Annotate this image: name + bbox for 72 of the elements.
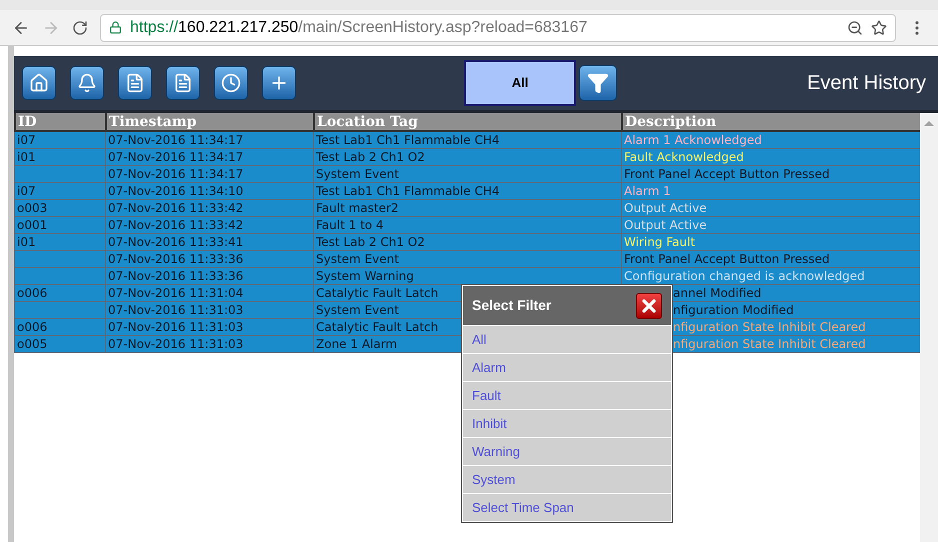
table-cell: Fault Acknowledged: [624, 150, 744, 164]
table-cell: Test Lab1 Ch1 Flammable CH4: [316, 184, 500, 198]
table-cell: o006: [17, 286, 48, 300]
scrollbar[interactable]: [920, 113, 938, 542]
table-cell: Fault master2: [316, 201, 399, 215]
table-cell: i07: [17, 133, 36, 147]
table-cell: Fault 1 to 4: [316, 218, 384, 232]
table-cell: nfiguration Modified: [673, 303, 794, 317]
filter-option[interactable]: Fault: [463, 382, 671, 409]
column-header[interactable]: ID: [14, 113, 105, 130]
column-header[interactable]: Location Tag: [313, 113, 621, 130]
table-cell: i01: [17, 150, 36, 164]
table-cell: 07-Nov-2016 11:34:17: [108, 133, 244, 147]
table-cell: 07-Nov-2016 11:31:03: [108, 303, 244, 317]
funnel-icon: [587, 72, 609, 94]
table-cell: o001: [17, 218, 48, 232]
filter-option[interactable]: Select Time Span: [463, 494, 671, 521]
table-cell: 07-Nov-2016 11:33:42: [108, 201, 244, 215]
table-cell: i07: [17, 184, 36, 198]
lock-icon: [109, 21, 122, 34]
table-cell: Output Active: [624, 218, 707, 232]
close-button[interactable]: [636, 292, 662, 318]
table-cell: 07-Nov-2016 11:34:17: [108, 150, 244, 164]
table-cell: 07-Nov-2016 11:34:10: [108, 184, 244, 198]
table-cell: o006: [17, 320, 48, 334]
table-cell: Test Lab 2 Ch1 O2: [316, 150, 425, 164]
table-cell: 07-Nov-2016 11:33:36: [108, 252, 244, 266]
table-cell: Catalytic Fault Latch: [316, 320, 438, 334]
table-cell: Front Panel Accept Button Pressed: [624, 252, 830, 266]
table-cell: 07-Nov-2016 11:33:42: [108, 218, 244, 232]
filter-option[interactable]: System: [463, 466, 671, 493]
url-text: https://160.221.217.250/main/ScreenHistory.asp?reload=683167: [130, 18, 588, 38]
table-cell: annel Modified: [673, 286, 762, 300]
table-cell: System Event: [316, 303, 399, 317]
table-cell: o003: [17, 201, 48, 215]
table-cell: Configuration changed is acknowledged: [624, 269, 865, 283]
home-icon[interactable]: [22, 66, 56, 100]
table-cell: nfiguration State Inhibit Cleared: [673, 320, 866, 334]
dialog-title: Select Filter: [472, 296, 552, 315]
zoom-icon[interactable]: [847, 20, 863, 36]
table-cell: Catalytic Fault Latch: [316, 286, 438, 300]
table-cell: System Event: [316, 167, 399, 181]
table-cell: 07-Nov-2016 11:33:41: [108, 235, 244, 249]
table-cell: 07-Nov-2016 11:34:17: [108, 167, 244, 181]
filter-option[interactable]: Warning: [463, 438, 671, 465]
filter-option[interactable]: Alarm: [463, 354, 671, 381]
table-cell: o005: [17, 337, 48, 351]
table-cell: nfiguration State Inhibit Cleared: [673, 337, 866, 351]
table-cell: Test Lab 2 Ch1 O2: [316, 235, 425, 249]
table-cell: Zone 1 Alarm: [316, 337, 398, 351]
filter-option[interactable]: Inhibit: [463, 410, 671, 437]
table-cell: Wiring Fault: [624, 235, 696, 249]
reload-icon[interactable]: [72, 20, 88, 36]
table-cell: i01: [17, 235, 36, 249]
table-cell: Alarm 1 Acknowledged: [624, 133, 762, 147]
filter-button[interactable]: [579, 65, 617, 101]
address-bar[interactable]: https://160.221.217.250/main/ScreenHistory.asp?reload=683167: [100, 14, 896, 42]
table-cell: Output Active: [624, 201, 707, 215]
filter-tab[interactable]: All: [464, 60, 576, 106]
table-cell: 07-Nov-2016 11:31:03: [108, 337, 244, 351]
filter-option[interactable]: All: [463, 326, 671, 353]
table-cell: 07-Nov-2016 11:31:04: [108, 286, 244, 300]
table-cell: Alarm 1: [624, 184, 671, 198]
table-cell: 07-Nov-2016 11:33:36: [108, 269, 244, 283]
table-cell: System Event: [316, 252, 399, 266]
table-cell: System Warning: [316, 269, 414, 283]
page-title: Event History: [807, 71, 926, 96]
column-header[interactable]: Timestamp: [105, 113, 313, 130]
table-cell: Test Lab1 Ch1 Flammable CH4: [316, 133, 500, 147]
bookmark-star-icon[interactable]: [871, 20, 887, 36]
table-cell: Front Panel Accept Button Pressed: [624, 167, 830, 181]
table-cell: 07-Nov-2016 11:31:03: [108, 320, 244, 334]
